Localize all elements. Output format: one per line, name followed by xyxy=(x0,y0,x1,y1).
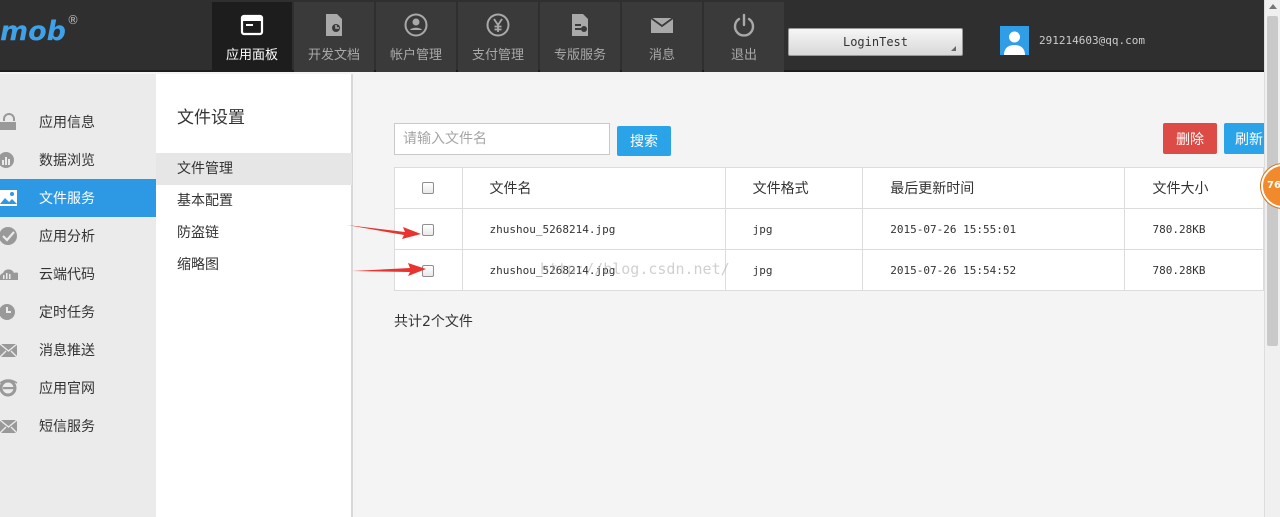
select-all-cell xyxy=(394,167,463,209)
refresh-button[interactable]: 刷新 xyxy=(1224,123,1264,154)
cell-format: jpg xyxy=(724,208,864,250)
envelope-icon xyxy=(0,343,18,358)
search-button[interactable]: 搜索 xyxy=(617,126,671,156)
sms-icon xyxy=(0,419,18,434)
app-panel-icon xyxy=(240,14,264,36)
nav-logout[interactable]: 退出 xyxy=(704,2,784,72)
file-settings-menu: 文件管理 基本配置 防盗链 缩略图 xyxy=(156,153,352,281)
chevron-down-icon xyxy=(951,46,956,51)
lock-icon xyxy=(0,113,16,130)
app-selector[interactable]: LoginTest xyxy=(788,28,963,56)
scroll-up-icon[interactable] xyxy=(1269,4,1277,9)
file-table: 文件名 文件格式 最后更新时间 文件大小 zhushou_5268214.jpg… xyxy=(394,167,1264,291)
sidebar-item-label: 短信服务 xyxy=(39,419,95,435)
sidebar-item-data-browse[interactable]: 数据浏览 xyxy=(0,141,156,179)
main-content: 搜索 删除 刷新 文件名 文件格式 最后更新时间 文件大小 zhushou_52… xyxy=(355,74,1264,517)
nav-app-panel[interactable]: 应用面板 xyxy=(212,2,292,72)
nav-label: 应用面板 xyxy=(225,48,278,63)
nav-payment[interactable]: 支付管理 xyxy=(458,2,538,72)
ie-icon xyxy=(0,379,18,397)
cell-size: 780.28KB xyxy=(1124,208,1264,250)
panel-title: 文件设置 xyxy=(177,108,245,128)
user-icon xyxy=(1004,31,1025,55)
sidebar-item-label: 云端代码 xyxy=(39,267,95,283)
column-header-updated[interactable]: 最后更新时间 xyxy=(862,167,1126,209)
table-row[interactable]: zhushou_5268214.jpg jpg 2015-07-26 15:55… xyxy=(394,208,1264,250)
app-selector-value: LoginTest xyxy=(842,35,909,49)
nav-label: 支付管理 xyxy=(471,48,524,63)
file-settings-panel: 文件设置 文件管理 基本配置 防盗链 缩略图 xyxy=(156,74,353,517)
nav-special-service[interactable]: 专版服务 xyxy=(540,2,620,72)
sidebar: 应用信息 数据浏览 文件服务 应用分析 云端代码 定时任务 消息推送 应用官网 … xyxy=(0,74,163,517)
nav-dev-docs[interactable]: 开发文档 xyxy=(294,2,374,72)
cell-size: 780.28KB xyxy=(1124,249,1264,291)
nav-label: 专版服务 xyxy=(553,48,606,63)
sidebar-item-label: 消息推送 xyxy=(39,343,95,359)
service-doc-icon xyxy=(572,14,588,36)
submenu-item-basic-config[interactable]: 基本配置 xyxy=(156,185,352,217)
sidebar-item-file-service[interactable]: 文件服务 xyxy=(0,179,163,217)
top-nav: 应用面板 开发文档 帐户管理 支付管理 专版服务 消息 退出 xyxy=(212,2,786,72)
sidebar-item-label: 应用官网 xyxy=(39,381,95,397)
sidebar-item-push[interactable]: 消息推送 xyxy=(0,331,156,369)
cell-filename: zhushou_5268214.jpg xyxy=(461,208,726,250)
column-header-filename[interactable]: 文件名 xyxy=(461,167,726,209)
sidebar-item-app-analysis[interactable]: 应用分析 xyxy=(0,217,156,255)
delete-button[interactable]: 删除 xyxy=(1163,123,1217,154)
check-icon xyxy=(0,227,17,245)
submenu-item-thumbnail[interactable]: 缩略图 xyxy=(156,249,352,281)
submenu-item-file-management[interactable]: 文件管理 xyxy=(156,153,352,185)
table-row[interactable]: zhushou_5268214.jpg jpg 2015-07-26 15:54… xyxy=(394,249,1264,291)
logo[interactable]: mob® xyxy=(0,13,79,47)
watermark: http://blog.csdn.net/ xyxy=(540,260,730,278)
nav-label: 退出 xyxy=(730,48,757,63)
nav-label: 消息 xyxy=(648,48,675,63)
search-input[interactable] xyxy=(394,123,610,155)
sidebar-item-label: 定时任务 xyxy=(39,305,95,321)
sidebar-item-sms[interactable]: 短信服务 xyxy=(0,407,156,445)
user-email[interactable]: 291214603@qq.com xyxy=(1039,34,1145,47)
nav-label: 开发文档 xyxy=(307,48,360,63)
cell-updated: 2015-07-26 15:55:01 xyxy=(862,208,1126,250)
sidebar-item-website[interactable]: 应用官网 xyxy=(0,369,156,407)
chart-icon xyxy=(0,152,14,168)
cell-updated: 2015-07-26 15:54:52 xyxy=(862,249,1126,291)
nav-account[interactable]: 帐户管理 xyxy=(376,2,456,72)
document-icon xyxy=(326,14,342,36)
sidebar-item-label: 应用信息 xyxy=(39,115,95,131)
sidebar-item-scheduled-tasks[interactable]: 定时任务 xyxy=(0,293,156,331)
column-header-size[interactable]: 文件大小 xyxy=(1124,167,1264,209)
image-icon xyxy=(0,190,17,206)
annotation-arrow-icon xyxy=(347,225,421,239)
clock-icon xyxy=(0,304,15,320)
sidebar-item-label: 应用分析 xyxy=(39,229,95,245)
cell-format: jpg xyxy=(724,249,864,291)
sidebar-item-label: 数据浏览 xyxy=(39,153,95,169)
nav-messages[interactable]: 消息 xyxy=(622,2,702,72)
table-header-row: 文件名 文件格式 最后更新时间 文件大小 xyxy=(394,167,1264,209)
yen-icon xyxy=(486,13,510,37)
sidebar-item-cloud-code[interactable]: 云端代码 xyxy=(0,255,156,293)
column-header-format[interactable]: 文件格式 xyxy=(724,167,864,209)
cloud-icon xyxy=(0,269,18,280)
scrollbar[interactable] xyxy=(1264,0,1280,517)
sidebar-item-app-info[interactable]: 应用信息 xyxy=(0,103,156,141)
power-icon xyxy=(733,13,755,37)
sidebar-item-label: 文件服务 xyxy=(39,191,95,207)
file-count: 共计2个文件 xyxy=(394,314,473,330)
mail-icon xyxy=(650,17,674,33)
account-icon xyxy=(404,13,428,37)
submenu-item-hotlink-protection[interactable]: 防盗链 xyxy=(156,217,352,249)
select-all-checkbox[interactable] xyxy=(422,182,435,194)
avatar[interactable] xyxy=(1000,26,1029,55)
nav-label: 帐户管理 xyxy=(389,48,442,63)
top-bar: mob® 应用面板 开发文档 帐户管理 支付管理 专版服务 消息 退出 Logi… xyxy=(0,0,1264,72)
annotation-arrow-icon xyxy=(352,263,426,276)
